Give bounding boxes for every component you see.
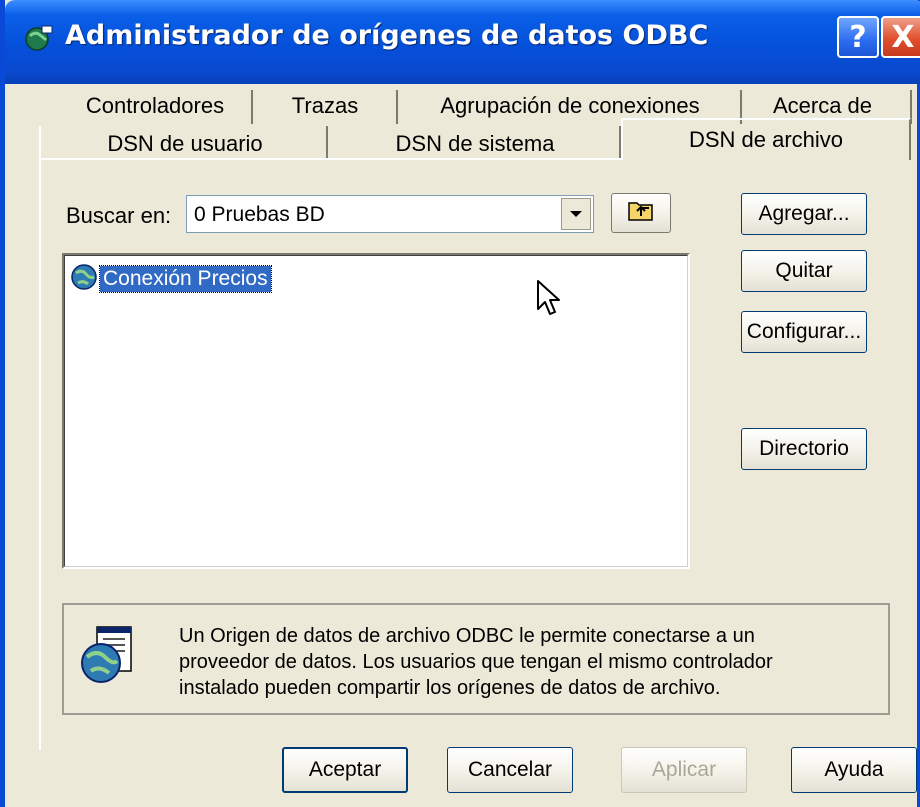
mouse-cursor-icon — [536, 279, 562, 324]
tab-label: Trazas — [291, 93, 359, 118]
up-folder-button[interactable] — [611, 193, 671, 233]
apply-button[interactable]: Aplicar — [621, 747, 747, 793]
info-line: proveedor de datos. Los usuarios que ten… — [179, 651, 773, 673]
tab-dsn-archivo[interactable]: DSN de archivo — [621, 118, 911, 160]
help-icon: ? — [849, 19, 867, 55]
close-button[interactable]: X — [881, 16, 920, 58]
odbc-admin-window: Administrador de orígenes de datos ODBC … — [0, 0, 920, 807]
directory-button-label: Directorio — [759, 437, 849, 460]
globe-dsn-icon — [70, 263, 98, 296]
tab-label: DSN de usuario — [107, 131, 263, 156]
ok-button[interactable]: Aceptar — [282, 747, 408, 793]
window-title: Administrador de orígenes de datos ODBC — [65, 20, 709, 51]
list-item[interactable]: Conexión Precios — [70, 263, 272, 296]
add-button-label: Agregar... — [758, 202, 850, 225]
remove-button[interactable]: Quitar — [741, 250, 867, 292]
tab-label: Controladores — [85, 93, 225, 118]
help-button[interactable]: ? — [837, 16, 879, 58]
up-folder-icon — [628, 199, 654, 227]
info-groupbox: Un Origen de datos de archivo ODBC le pe… — [62, 603, 890, 715]
tab-divider — [251, 90, 253, 124]
tab-panel-top-edge — [39, 158, 621, 160]
tab-label: DSN de sistema — [395, 131, 555, 156]
list-frame: Conexión Precios — [64, 255, 688, 567]
tab-divider — [396, 90, 398, 124]
tab-divider — [326, 126, 328, 160]
info-line: instalado pueden compartir los orígenes … — [179, 677, 721, 699]
configure-button-label: Configurar... — [746, 320, 862, 343]
dsn-file-list[interactable]: Conexión Precios — [62, 253, 690, 569]
help-footer-button-label: Ayuda — [824, 758, 884, 781]
add-button[interactable]: Agregar... — [741, 193, 867, 235]
close-icon: X — [891, 19, 915, 55]
lookin-value: 0 Pruebas BD — [194, 203, 325, 226]
chevron-down-icon[interactable] — [561, 198, 591, 230]
apply-button-label: Aplicar — [651, 758, 717, 781]
tab-trazas[interactable]: Trazas — [255, 88, 395, 124]
remove-button-label: Quitar — [775, 259, 833, 282]
tab-label: Acerca de — [772, 93, 873, 118]
cancel-button[interactable]: Cancelar — [447, 747, 573, 793]
lookin-combo[interactable]: 0 Pruebas BD — [186, 195, 594, 233]
lookin-label: Buscar en: — [66, 203, 172, 228]
tab-controladores[interactable]: Controladores — [60, 88, 250, 124]
ok-button-label: Aceptar — [308, 758, 382, 781]
tab-divider — [39, 126, 41, 160]
info-description: Un Origen de datos de archivo ODBC le pe… — [179, 623, 879, 701]
title-bar[interactable]: Administrador de orígenes de datos ODBC … — [5, 0, 920, 84]
cancel-button-label: Cancelar — [467, 758, 553, 781]
help-footer-button[interactable]: Ayuda — [791, 747, 917, 793]
list-item-label: Conexión Precios — [99, 265, 272, 293]
tab-label: Agrupación de conexiones — [440, 93, 700, 118]
odbc-app-icon — [25, 24, 53, 52]
configure-button[interactable]: Configurar... — [741, 311, 867, 353]
tab-label: DSN de archivo — [688, 127, 844, 152]
info-line: Un Origen de datos de archivo ODBC le pe… — [179, 625, 755, 647]
file-dsn-icon — [79, 625, 135, 692]
directory-button[interactable]: Directorio — [741, 428, 867, 470]
tab-panel-left-edge — [39, 160, 41, 750]
